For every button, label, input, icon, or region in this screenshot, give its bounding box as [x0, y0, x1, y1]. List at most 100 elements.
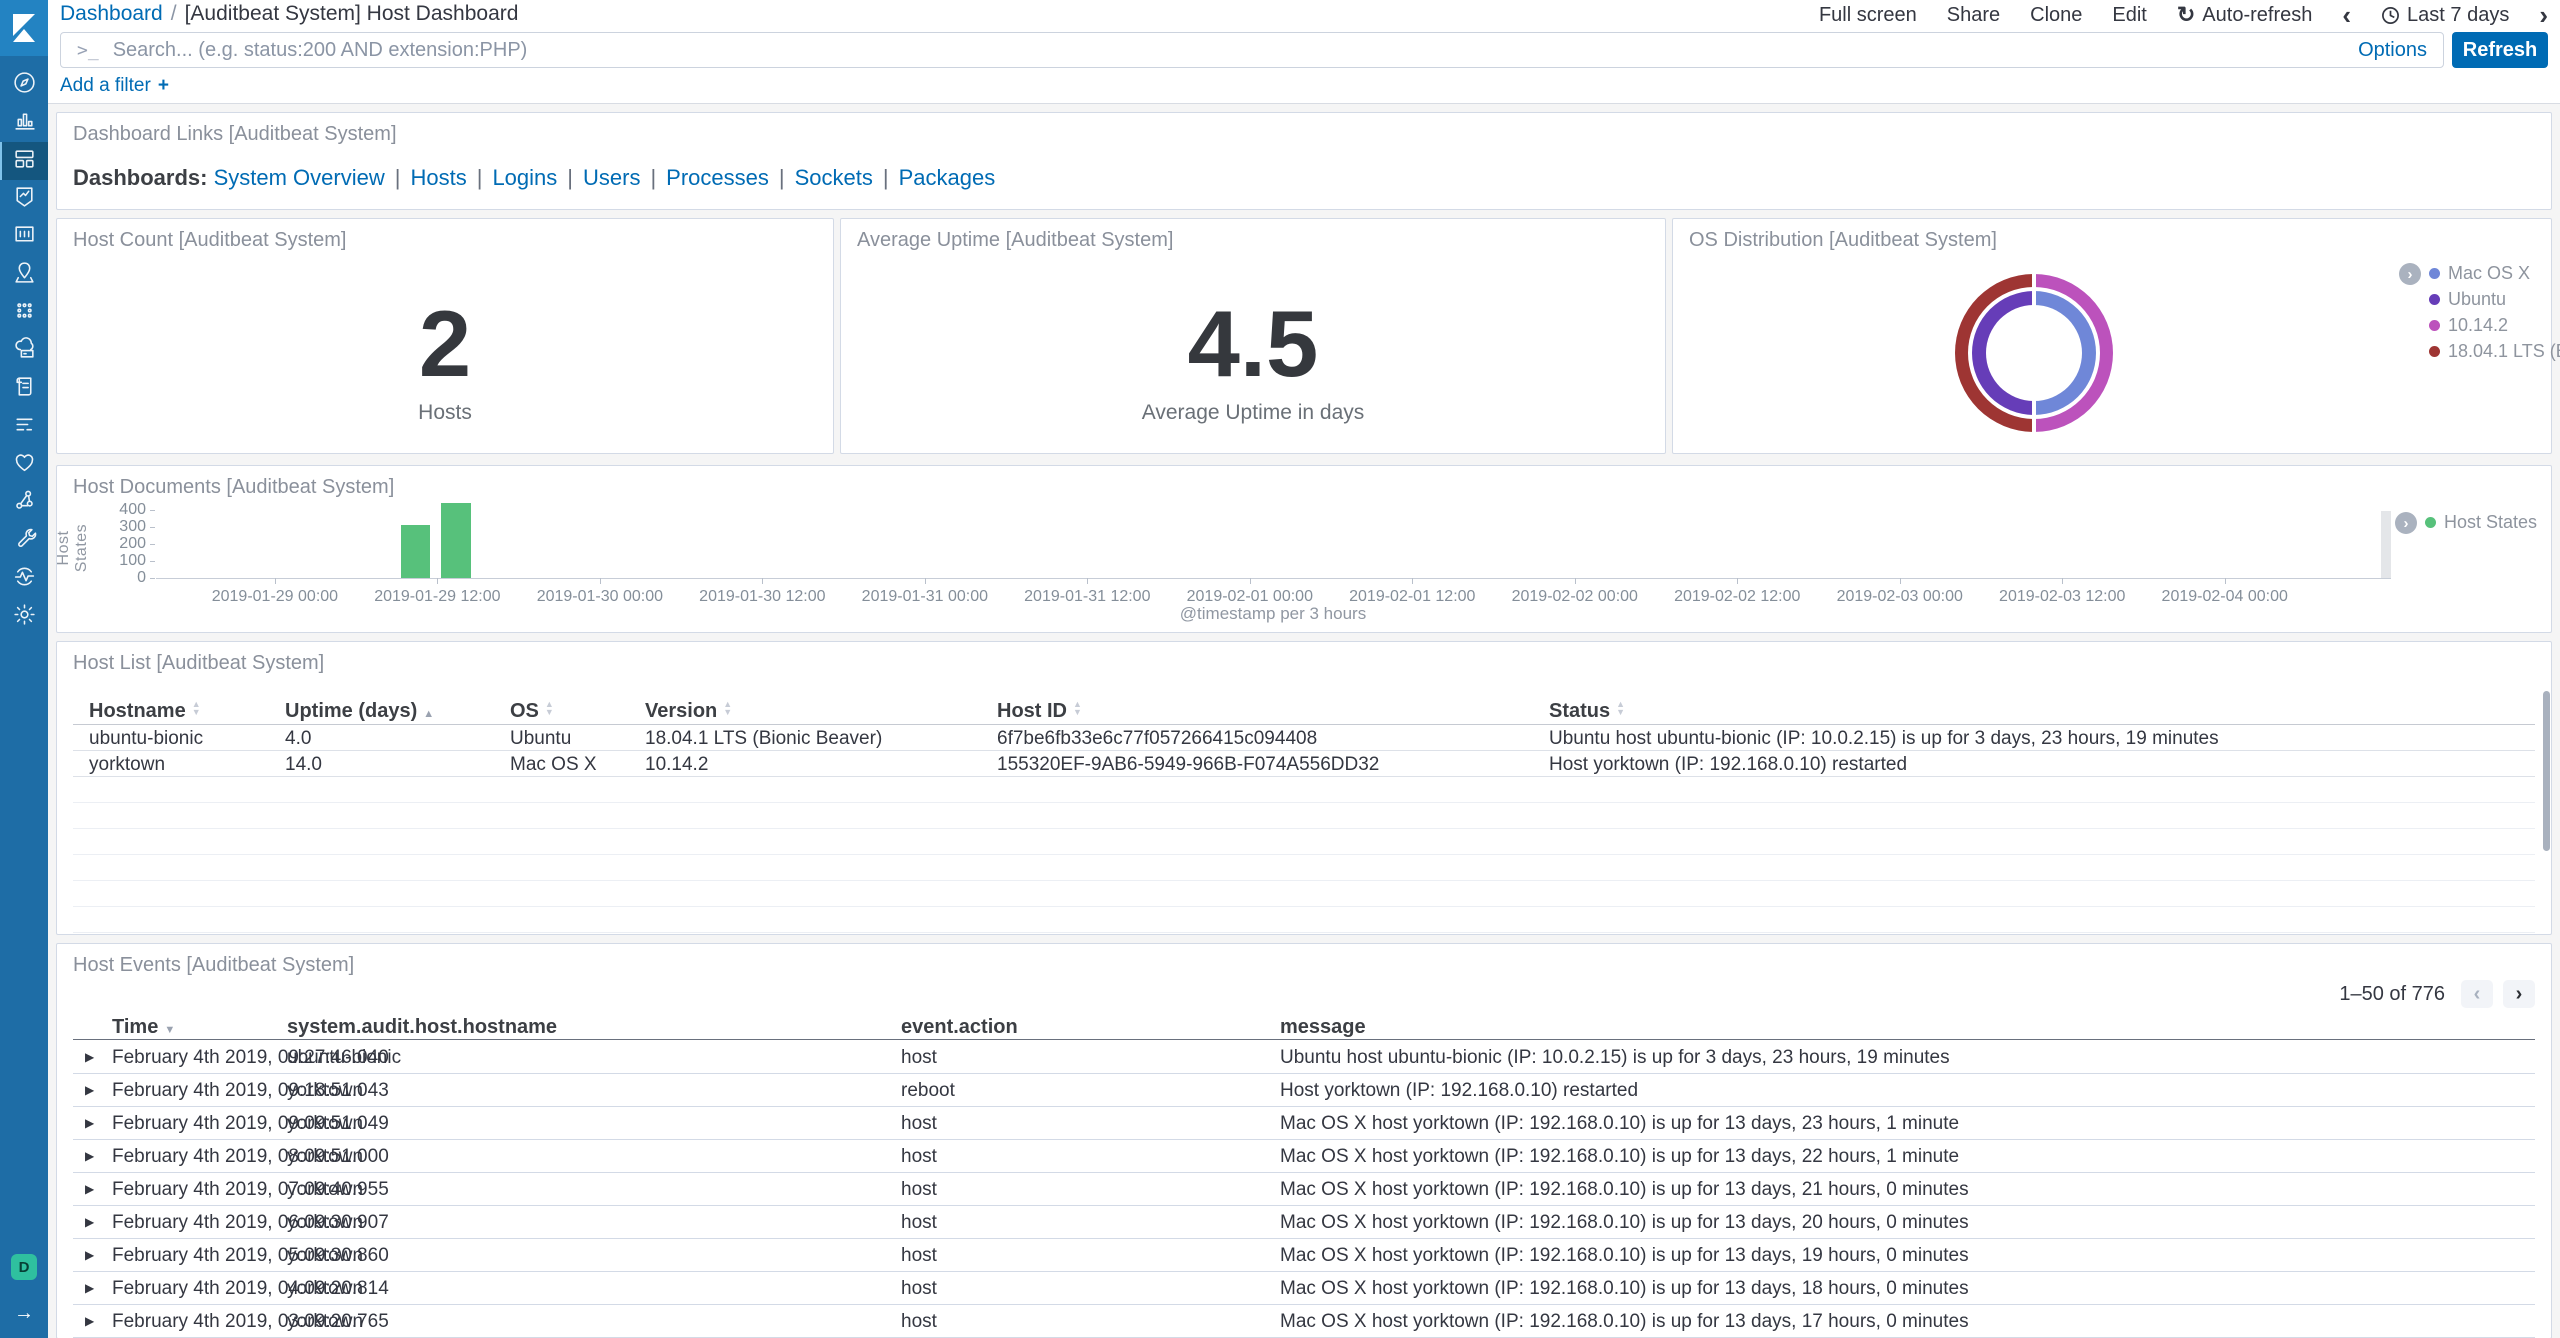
edit-button[interactable]: Edit	[2112, 4, 2146, 27]
column-header-hostname[interactable]: Hostname▲▼	[89, 700, 201, 723]
y-tick-mark	[150, 544, 155, 545]
sidebar-item-management[interactable]	[0, 598, 48, 636]
bar-2019-01-29 09:00[interactable]	[401, 525, 430, 578]
column-header-uptime-days-[interactable]: Uptime (days)▲	[285, 700, 434, 723]
dashboard-link-processes[interactable]: Processes	[666, 165, 769, 190]
sidebar-collapse-toggle[interactable]: →	[0, 1298, 48, 1328]
sidebar-item-dashboard[interactable]	[0, 142, 48, 180]
cell-message: Mac OS X host yorktown (IP: 192.168.0.10…	[1280, 1146, 1959, 1168]
table-row[interactable]: ubuntu-bionic4.0Ubuntu18.04.1 LTS (Bioni…	[73, 724, 2535, 751]
column-header-message[interactable]: message	[1280, 1016, 1366, 1039]
time-forward-button[interactable]: ›	[2539, 5, 2548, 25]
sidebar-item-visualize[interactable]	[0, 104, 48, 142]
x-tick-label: 2019-02-02 00:00	[1512, 588, 1638, 606]
column-header-time[interactable]: Time▼	[112, 1016, 175, 1039]
panel-host-count: Host Count [Auditbeat System] 2 Hosts	[56, 218, 834, 454]
kibana-logo-icon	[9, 12, 39, 44]
cell-host: ubuntu-bionic	[287, 1047, 401, 1069]
auto-refresh-button[interactable]: ↻ Auto-refresh	[2177, 2, 2313, 28]
column-header-version[interactable]: Version▲▼	[645, 700, 732, 723]
time-range-picker[interactable]: Last 7 days	[2381, 4, 2509, 27]
table-row: ▶February 4th 2019, 03:09:20.765yorktown…	[73, 1304, 2535, 1338]
sidebar-item-logs[interactable]	[0, 370, 48, 408]
dashboard-link-system-overview[interactable]: System Overview	[214, 165, 385, 190]
column-header-event-action[interactable]: event.action	[901, 1016, 1018, 1039]
sidebar-item-maps[interactable]	[0, 256, 48, 294]
legend-toggle-icon[interactable]: ›	[2399, 263, 2421, 285]
table-row[interactable]: yorktown14.0Mac OS X10.14.2155320EF-9AB6…	[73, 750, 2535, 777]
refresh-button[interactable]: Refresh	[2452, 32, 2548, 68]
search-input[interactable]: >_ Search... (e.g. status:200 AND extens…	[60, 32, 2444, 68]
column-header-os[interactable]: OS▲▼	[510, 700, 554, 723]
column-header-host-id[interactable]: Host ID▲▼	[997, 700, 1082, 723]
y-tick-mark	[150, 561, 155, 562]
legend-label: Ubuntu	[2448, 289, 2506, 310]
host-list-scrollbar[interactable]	[2543, 691, 2550, 851]
full-screen-button[interactable]: Full screen	[1819, 4, 1917, 27]
column-header-system-audit-host-hostname[interactable]: system.audit.host.hostname	[287, 1016, 557, 1039]
dashboard-link-hosts[interactable]: Hosts	[410, 165, 466, 190]
y-tick-label: 400	[106, 501, 146, 519]
monitoring-icon	[12, 564, 37, 594]
cell-message: Mac OS X host yorktown (IP: 192.168.0.10…	[1280, 1245, 1969, 1267]
expand-row-icon[interactable]: ▶	[85, 1248, 94, 1262]
expand-row-icon[interactable]: ▶	[85, 1149, 94, 1163]
dev-tools-icon	[12, 526, 37, 556]
space-badge[interactable]: D	[11, 1254, 37, 1280]
sidebar-item-infrastructure[interactable]	[0, 332, 48, 370]
sidebar-item-timelion[interactable]	[0, 180, 48, 218]
query-options-button[interactable]: Options	[2358, 39, 2427, 62]
apm-icon	[12, 412, 37, 442]
cell-uptime: 4.0	[285, 728, 311, 750]
legend-item[interactable]: Mac OS X	[2429, 263, 2530, 284]
dashboard-link-logins[interactable]: Logins	[492, 165, 557, 190]
link-separator: |	[467, 165, 493, 190]
legend-item[interactable]: 10.14.2	[2429, 315, 2508, 336]
pagination-next-button[interactable]: ›	[2503, 980, 2535, 1008]
table-row: ▶February 4th 2019, 05:09:30.860yorktown…	[73, 1238, 2535, 1272]
column-header-status[interactable]: Status▲▼	[1549, 700, 1625, 723]
sidebar-item-discover[interactable]	[0, 66, 48, 104]
sidebar-item-monitoring[interactable]	[0, 560, 48, 598]
cell-hostname: ubuntu-bionic	[89, 728, 203, 750]
dashboard-link-users[interactable]: Users	[583, 165, 640, 190]
os-distribution-donut-chart[interactable]	[1955, 274, 2113, 432]
legend-item[interactable]: Ubuntu	[2429, 289, 2506, 310]
dashboard-link-sockets[interactable]: Sockets	[795, 165, 873, 190]
x-tick-label: 2019-01-31 00:00	[862, 588, 988, 606]
expand-row-icon[interactable]: ▶	[85, 1182, 94, 1196]
breadcrumb-dashboard-link[interactable]: Dashboard	[60, 2, 163, 26]
expand-row-icon[interactable]: ▶	[85, 1083, 94, 1097]
time-back-button[interactable]: ‹	[2342, 5, 2351, 25]
kibana-logo[interactable]	[0, 0, 48, 56]
x-tick-mark	[600, 578, 601, 584]
legend-item[interactable]: Host States	[2425, 512, 2537, 533]
y-tick-label: 300	[106, 518, 146, 536]
expand-row-icon[interactable]: ▶	[85, 1281, 94, 1295]
expand-row-icon[interactable]: ▶	[85, 1215, 94, 1229]
clone-button[interactable]: Clone	[2030, 4, 2082, 27]
bar-2019-01-29 12:00[interactable]	[441, 503, 470, 578]
legend-toggle-icon[interactable]: ›	[2395, 512, 2417, 534]
empty-table-row	[73, 880, 2535, 907]
sidebar-item-apm[interactable]	[0, 408, 48, 446]
column-header-label: system.audit.host.hostname	[287, 1016, 557, 1038]
add-filter-button[interactable]: Add a filter +	[60, 74, 169, 98]
sidebar-item-machine-learning[interactable]	[0, 294, 48, 332]
expand-row-icon[interactable]: ▶	[85, 1314, 94, 1328]
sidebar-item-uptime[interactable]	[0, 446, 48, 484]
kibana-dashboard-app: D → Dashboard / [Auditbeat System] Host …	[0, 0, 2560, 1338]
legend-item[interactable]: 18.04.1 LTS (Bionic B...	[2429, 341, 2560, 362]
sidebar-item-canvas[interactable]	[0, 218, 48, 256]
dashboard-link-packages[interactable]: Packages	[899, 165, 996, 190]
share-button[interactable]: Share	[1947, 4, 2000, 27]
cell-host_id: 155320EF-9AB6-5949-966B-F074A556DD32	[997, 754, 1379, 776]
expand-row-icon[interactable]: ▶	[85, 1116, 94, 1130]
expand-row-icon[interactable]: ▶	[85, 1050, 94, 1064]
pagination-prev-button[interactable]: ‹	[2461, 980, 2493, 1008]
machine-learning-icon	[12, 298, 37, 328]
sidebar-item-graph[interactable]	[0, 484, 48, 522]
cell-os: Mac OS X	[510, 754, 597, 776]
cell-hostname: yorktown	[89, 754, 165, 776]
sidebar-item-dev-tools[interactable]	[0, 522, 48, 560]
